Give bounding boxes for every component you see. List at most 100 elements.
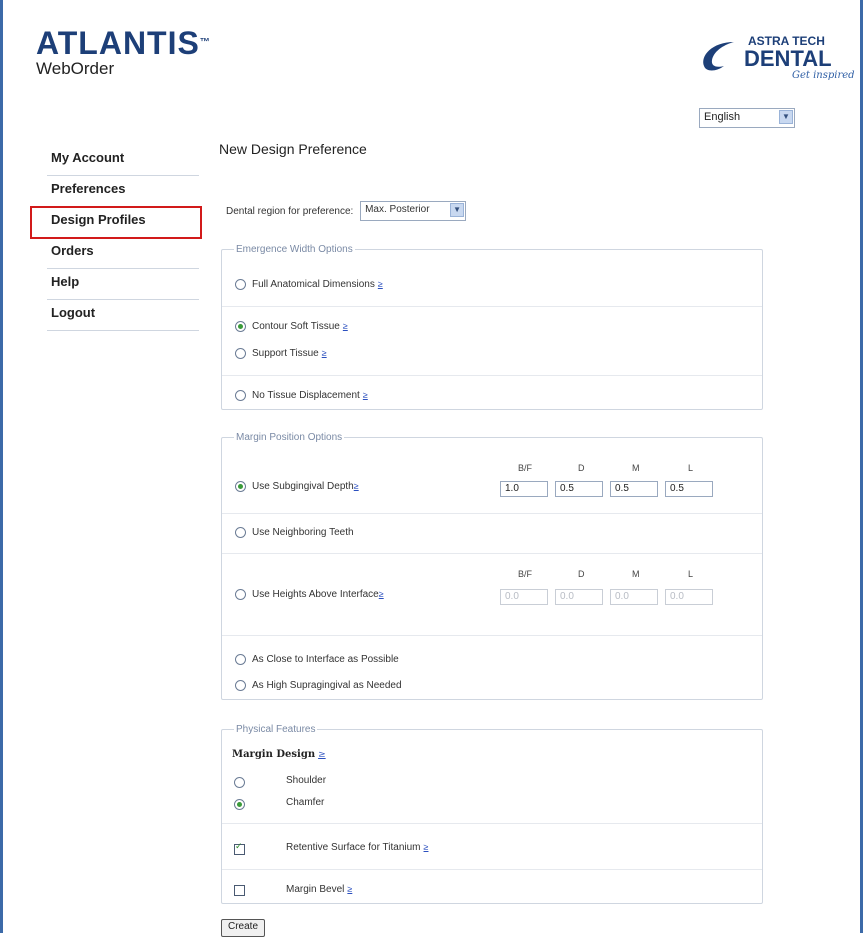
option-support-tissue[interactable]: Support Tissue ≥ [235, 348, 327, 359]
option-label: No Tissue Displacement [252, 390, 360, 402]
emergence-legend: Emergence Width Options [236, 244, 353, 255]
chevron-down-icon[interactable]: ▼ [450, 203, 465, 217]
column-header-bf: B/F [518, 569, 533, 579]
region-row: Dental region for preference: Max. Poste… [226, 201, 467, 221]
option-heights-above-interface[interactable]: Use Heights Above Interface≥ [235, 589, 384, 600]
subgingival-d-input[interactable]: 0.5 [555, 481, 603, 497]
option-contour-soft-tissue[interactable]: Contour Soft Tissue ≥ [235, 321, 348, 332]
subgingival-m-input[interactable]: 0.5 [610, 481, 658, 497]
margin-position-fieldset: Margin Position Options B/F D M L Use Su… [221, 432, 763, 700]
help-link[interactable]: ≥ [378, 279, 383, 289]
help-link[interactable]: ≥ [354, 481, 359, 491]
help-link[interactable]: ≥ [322, 348, 327, 358]
help-link[interactable]: ≥ [379, 589, 384, 599]
option-label: As High Supragingival as Needed [252, 680, 402, 692]
help-link[interactable]: ≥ [343, 321, 348, 331]
option-neighboring-teeth[interactable]: Use Neighboring Teeth [235, 527, 354, 538]
bevel-label: Margin Bevel [286, 884, 345, 895]
radio-button[interactable] [235, 321, 246, 332]
product-name: WebOrder [36, 59, 115, 78]
margin-legend: Margin Position Options [236, 432, 343, 443]
sidebar-nav: My Account Preferences Design Profiles O… [30, 145, 202, 331]
option-label: Support Tissue [252, 348, 319, 360]
subgingival-l-input[interactable]: 0.5 [665, 481, 713, 497]
window-frame-left [0, 0, 3, 933]
bevel-checkbox[interactable] [234, 885, 245, 896]
astra-tech-logo: ASTRA TECH DENTAL Get inspired [698, 32, 858, 92]
atlantis-logo: ATLANTIS™ WebOrder [36, 25, 211, 79]
option-label: Contour Soft Tissue [252, 321, 340, 333]
physical-legend: Physical Features [236, 724, 316, 735]
bevel-option: Margin Bevel ≥ [286, 884, 352, 895]
language-select[interactable]: English ▼ [699, 108, 795, 128]
option-label: As Close to Interface as Possible [252, 654, 399, 666]
column-header-l: L [688, 463, 694, 473]
column-header-l: L [688, 569, 694, 579]
region-select[interactable]: Max. Posterior ▼ [360, 201, 467, 221]
divider [222, 375, 762, 376]
option-label: Use Subgingival Depth [252, 481, 354, 493]
sidebar-item-logout[interactable]: Logout [47, 300, 199, 331]
help-link[interactable]: ≥ [424, 842, 429, 852]
chamfer-radio[interactable] [234, 799, 245, 810]
radio-button[interactable] [235, 589, 246, 600]
option-high-supragingival[interactable]: As High Supragingival as Needed [235, 680, 402, 691]
astra-swoosh-icon [703, 42, 734, 71]
page-title: New Design Preference [219, 141, 367, 157]
help-link[interactable]: ≥ [363, 390, 368, 400]
column-header-bf: B/F [518, 463, 533, 473]
language-value: English [704, 111, 741, 123]
sidebar-item-help[interactable]: Help [47, 269, 199, 300]
radio-button[interactable] [235, 680, 246, 691]
radio-button[interactable] [235, 654, 246, 665]
astra-tagline: Get inspired [792, 70, 855, 81]
help-link[interactable]: ≥ [318, 750, 326, 760]
radio-button[interactable] [235, 390, 246, 401]
retentive-option: Retentive Surface for Titanium ≥ [286, 842, 428, 853]
emergence-width-fieldset: Emergence Width Options Full Anatomical … [221, 244, 763, 410]
create-button[interactable]: Create [221, 919, 266, 937]
retentive-checkbox[interactable] [234, 842, 245, 855]
physical-features-fieldset: Physical Features Margin Design ≥ Shoulde… [221, 724, 763, 904]
chevron-down-icon[interactable]: ▼ [779, 110, 793, 124]
region-label: Dental region for preference: [226, 205, 354, 217]
divider [222, 513, 762, 514]
heights-d-input[interactable]: 0.0 [555, 589, 603, 605]
margin-design-label: Margin Design ≥ [232, 749, 326, 760]
divider [222, 869, 762, 870]
shoulder-radio[interactable] [234, 777, 245, 788]
option-close-to-interface[interactable]: As Close to Interface as Possible [235, 654, 399, 665]
shoulder-label: Shoulder [286, 775, 327, 786]
sidebar-item-preferences[interactable]: Preferences [47, 176, 199, 207]
region-value: Max. Posterior [365, 204, 430, 215]
help-link[interactable]: ≥ [347, 884, 352, 894]
radio-button[interactable] [235, 527, 246, 538]
radio-button[interactable] [235, 481, 246, 492]
heights-l-input[interactable]: 0.0 [665, 589, 713, 605]
option-no-tissue-displacement[interactable]: No Tissue Displacement ≥ [235, 390, 368, 401]
column-header-m: M [632, 569, 640, 579]
divider [222, 306, 762, 307]
subgingival-bf-input[interactable]: 1.0 [500, 481, 548, 497]
divider [222, 635, 762, 636]
radio-button[interactable] [235, 279, 246, 290]
retentive-label: Retentive Surface for Titanium [286, 842, 421, 853]
option-label: Full Anatomical Dimensions [252, 279, 375, 291]
sidebar-item-design-profiles[interactable]: Design Profiles [30, 206, 202, 239]
radio-button[interactable] [235, 348, 246, 359]
trademark-symbol: ™ [199, 37, 211, 48]
sidebar-item-orders[interactable]: Orders [47, 238, 199, 269]
heights-bf-input[interactable]: 0.0 [500, 589, 548, 605]
sidebar-item-my-account[interactable]: My Account [47, 145, 199, 176]
margin-design-text: Margin Design [232, 749, 316, 760]
option-full-anatomical[interactable]: Full Anatomical Dimensions ≥ [235, 279, 383, 290]
option-subgingival-depth[interactable]: Use Subgingival Depth≥ [235, 481, 359, 492]
chamfer-label: Chamfer [286, 797, 325, 808]
heights-m-input[interactable]: 0.0 [610, 589, 658, 605]
option-label: Use Neighboring Teeth [252, 527, 354, 539]
divider [222, 823, 762, 824]
option-label: Use Heights Above Interface [252, 589, 379, 601]
column-header-d: D [578, 569, 585, 579]
divider [222, 553, 762, 554]
brand-name: ATLANTIS [36, 25, 200, 61]
